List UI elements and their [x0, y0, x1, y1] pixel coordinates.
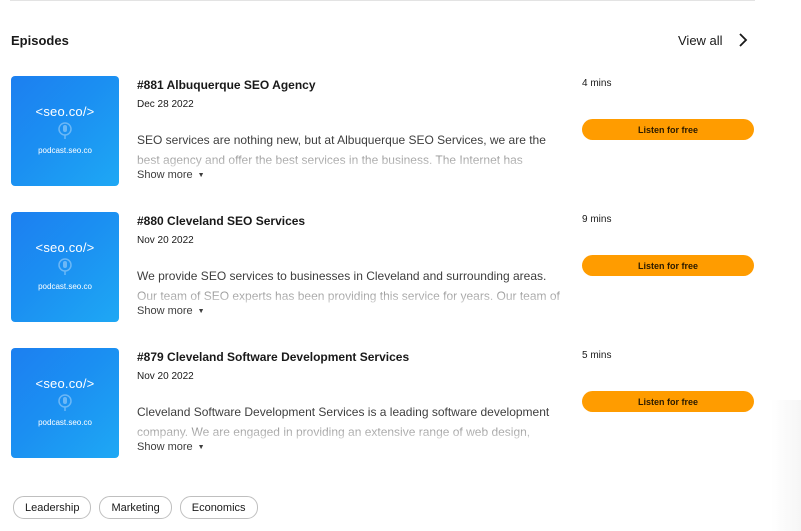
episode-title[interactable]: #879 Cleveland Software Development Serv…: [137, 350, 409, 364]
cover-logo: <seo.co/>: [35, 240, 95, 255]
episode-duration: 5 mins: [582, 350, 612, 361]
cover-logo: <seo.co/>: [35, 104, 95, 119]
episode-row: <seo.co/> podcast.seo.co #879 Cleveland …: [0, 348, 801, 460]
cover-site: podcast.seo.co: [38, 418, 92, 427]
edge-shadow: [771, 400, 801, 531]
episode-row: <seo.co/> podcast.seo.co #880 Cleveland …: [0, 212, 801, 324]
caret-down-icon: ▼: [197, 307, 205, 315]
microphone-icon: [58, 258, 72, 275]
episode-cover[interactable]: <seo.co/> podcast.seo.co: [11, 76, 119, 186]
show-more-button[interactable]: Show more ▼: [137, 169, 205, 181]
listen-for-free-button[interactable]: Listen for free: [582, 391, 754, 412]
show-more-button[interactable]: Show more ▼: [137, 441, 205, 453]
show-more-label: Show more: [137, 169, 193, 181]
cover-site: podcast.seo.co: [38, 282, 92, 291]
cover-site: podcast.seo.co: [38, 146, 92, 155]
tag-leadership[interactable]: Leadership: [13, 496, 92, 519]
view-all-link[interactable]: View all: [678, 32, 751, 48]
episode-title[interactable]: #881 Albuquerque SEO Agency: [137, 78, 316, 92]
episode-date: Nov 20 2022: [137, 371, 194, 382]
episode-row: <seo.co/> podcast.seo.co #881 Albuquerqu…: [0, 76, 801, 188]
top-divider: [10, 0, 755, 1]
show-more-button[interactable]: Show more ▼: [137, 305, 205, 317]
episode-date: Dec 28 2022: [137, 99, 194, 110]
episode-title[interactable]: #880 Cleveland SEO Services: [137, 214, 305, 228]
episode-cover[interactable]: <seo.co/> podcast.seo.co: [11, 348, 119, 458]
chevron-right-icon: [738, 33, 747, 47]
category-tags: Leadership Marketing Economics: [13, 496, 266, 519]
caret-down-icon: ▼: [197, 171, 205, 179]
caret-down-icon: ▼: [197, 443, 205, 451]
view-all-label: View all: [678, 32, 723, 48]
listen-for-free-button[interactable]: Listen for free: [582, 119, 754, 140]
tag-economics[interactable]: Economics: [179, 496, 258, 519]
listen-for-free-button[interactable]: Listen for free: [582, 255, 754, 276]
episode-cover[interactable]: <seo.co/> podcast.seo.co: [11, 212, 119, 322]
microphone-icon: [58, 394, 72, 411]
tag-marketing[interactable]: Marketing: [99, 496, 172, 519]
episode-duration: 4 mins: [582, 78, 612, 89]
section-title: Episodes: [11, 33, 69, 48]
show-more-label: Show more: [137, 441, 193, 453]
cover-logo: <seo.co/>: [35, 376, 95, 391]
show-more-label: Show more: [137, 305, 193, 317]
episode-date: Nov 20 2022: [137, 235, 194, 246]
microphone-icon: [58, 122, 72, 139]
episode-duration: 9 mins: [582, 214, 612, 225]
